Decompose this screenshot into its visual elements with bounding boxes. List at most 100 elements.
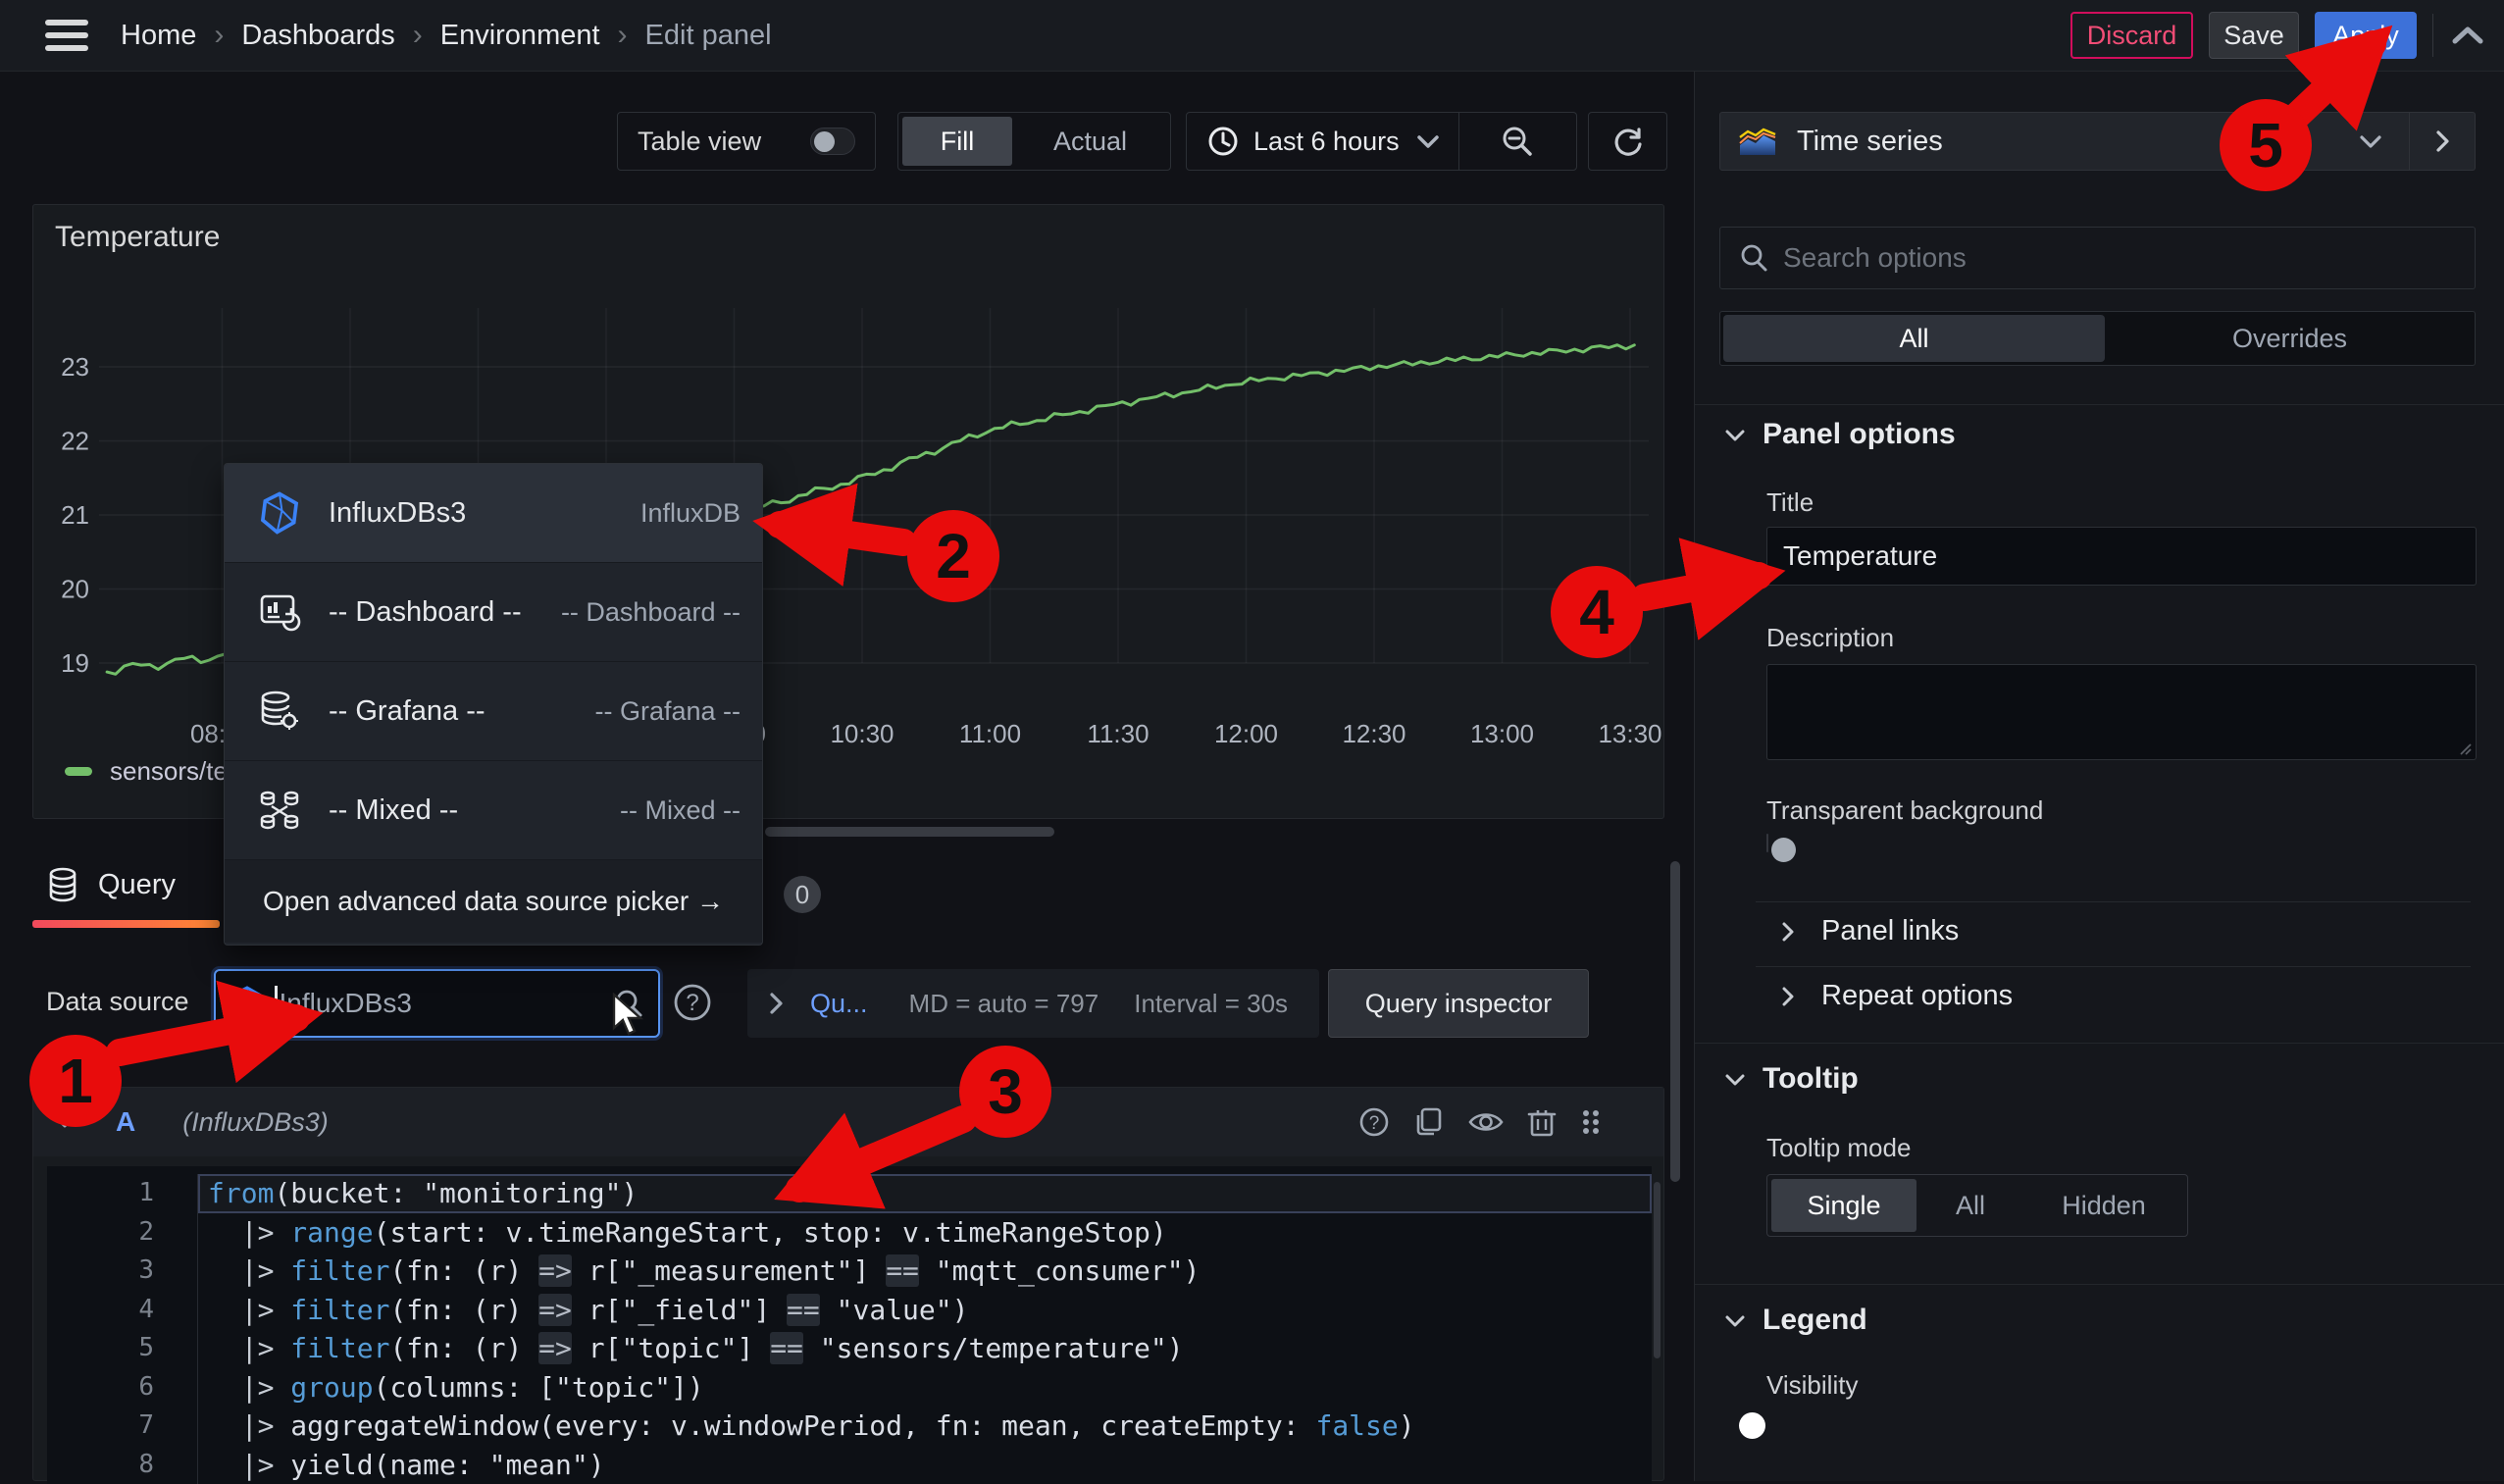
visualization-picker[interactable]: Time series [1719,112,2476,171]
collapse-legend-icon[interactable] [1724,1314,1746,1329]
search-options-input[interactable]: Search options [1719,227,2476,289]
save-button[interactable]: Save [2209,12,2299,59]
interval-info: Interval = 30s [1134,989,1288,1019]
text-caret [275,986,278,1021]
datasource-help-button[interactable]: ? [671,981,714,1024]
panel-title-input[interactable]: Temperature [1766,527,2477,586]
hamburger-menu-icon[interactable] [44,19,89,52]
tooltip-mode-single[interactable]: Single [1771,1179,1916,1232]
datasource-option-4[interactable]: -- Mixed ---- Mixed -- [225,761,762,860]
query-options-summary[interactable]: Qu... [810,989,868,1019]
tab-all[interactable]: All [1723,315,2105,362]
query-row-header[interactable]: A (InfluxDBs3) ? [33,1088,1663,1156]
transparent-background-toggle[interactable] [1766,834,1768,852]
advanced-picker-link[interactable]: Open advanced data source picker → [225,860,762,943]
discard-button[interactable]: Discard [2070,12,2193,59]
datasource-option-3[interactable]: -- Grafana ---- Grafana -- [225,662,762,761]
code-line-3[interactable]: 3 |> filter(fn: (r) => r["_measurement"]… [47,1252,1652,1291]
time-series-viz-icon [1738,126,1777,157]
svg-text:10:30: 10:30 [830,719,894,748]
breadcrumb-item[interactable]: Environment [440,20,600,52]
breadcrumb-item: Edit panel [645,20,772,52]
fill-actual-segmented: Fill Actual [897,112,1171,171]
flux-code-editor[interactable]: 1from(bucket: "monitoring")2 |> range(st… [47,1166,1652,1484]
query-options-group[interactable]: Qu... MD = auto = 797 Interval = 30s [747,969,1319,1038]
actual-option[interactable]: Actual [1014,117,1166,166]
query-ref-id[interactable]: A [116,1106,135,1138]
description-label: Description [1766,623,1894,653]
table-view-label: Table view [638,127,761,157]
breadcrumb-separator: › [618,19,628,52]
tooltip-header[interactable]: Tooltip [1763,1062,1859,1096]
breadcrumb-item[interactable]: Dashboards [241,20,394,52]
resize-handle-icon[interactable] [2457,741,2473,756]
code-line-4[interactable]: 4 |> filter(fn: (r) => r["_field"] == "v… [47,1291,1652,1330]
collapse-panel-options-icon[interactable] [1724,429,1746,443]
table-view-toggle[interactable] [810,128,855,155]
main-scrollbar[interactable] [1670,861,1680,1182]
toggle-visibility-icon[interactable] [1467,1107,1505,1137]
horizontal-scrollbar[interactable] [765,827,1054,837]
collapse-query-icon[interactable] [53,1114,77,1130]
tab-overrides[interactable]: Overrides [2105,315,2475,362]
datasource-option-1[interactable]: InfluxDBs3InfluxDB [225,464,762,563]
code-line-8[interactable]: 8 |> yield(name: "mean") [47,1446,1652,1484]
refresh-button[interactable] [1588,112,1667,171]
mouse-cursor [610,993,649,1040]
code-line-7[interactable]: 7 |> aggregateWindow(every: v.windowPeri… [47,1407,1652,1446]
code-line-5[interactable]: 5 |> filter(fn: (r) => r["topic"] == "se… [47,1329,1652,1368]
svg-text:19: 19 [61,648,89,678]
drag-handle-icon[interactable] [1579,1105,1603,1139]
code-line-2[interactable]: 2 |> range(start: v.timeRangeStart, stop… [47,1213,1652,1253]
query-inspector-button[interactable]: Query inspector [1328,969,1589,1038]
search-icon [1738,242,1769,274]
tooltip-mode-all[interactable]: All [1916,1179,2024,1232]
legend-header[interactable]: Legend [1763,1304,1867,1337]
svg-text:20: 20 [61,575,89,604]
repeat-options-section[interactable]: Repeat options [1780,980,2013,1012]
delete-query-icon[interactable] [1526,1105,1558,1139]
alert-count-badge: 0 [784,876,821,913]
svg-text:13:30: 13:30 [1598,719,1661,748]
breadcrumb-item[interactable]: Home [121,20,196,52]
query-tab-active-underline [32,920,220,928]
chevron-down-icon[interactable] [1415,132,1441,150]
top-bar: Home›Dashboards›Environment›Edit panel D… [0,0,2504,72]
panel-options-header[interactable]: Panel options [1763,418,1956,451]
svg-text:11:00: 11:00 [959,719,1021,748]
datasource-picker-input[interactable]: InfluxDBs3 [214,969,660,1038]
expand-viz-list-icon[interactable] [2410,128,2475,154]
svg-text:?: ? [686,990,698,1016]
collapse-tooltip-icon[interactable] [1724,1073,1746,1088]
query-tab[interactable]: Query [47,867,176,902]
datasource-option-2[interactable]: -- Dashboard ---- Dashboard -- [225,563,762,662]
query-help-icon[interactable]: ? [1357,1105,1391,1139]
datasource-dropdown: InfluxDBs3InfluxDB-- Dashboard ---- Dash… [224,463,763,946]
panel-links-section[interactable]: Panel links [1780,915,1959,947]
code-line-6[interactable]: 6 |> group(columns: ["topic"]) [47,1368,1652,1407]
options-tabs: All Overrides [1719,311,2476,366]
zoom-out-icon[interactable] [1499,123,1536,160]
datasource-value: InfluxDBs3 [280,988,412,1019]
description-textarea[interactable] [1766,664,2477,760]
panel-links-label: Panel links [1821,915,1959,947]
tooltip-mode-hidden[interactable]: Hidden [2024,1179,2183,1232]
influxdb-icon [258,491,301,535]
apply-button[interactable]: Apply [2315,12,2417,59]
breadcrumb: Home›Dashboards›Environment›Edit panel [121,19,772,52]
svg-text:23: 23 [61,352,89,382]
query-ref-datasource: (InfluxDBs3) [182,1107,329,1138]
table-view-control: Table view [617,112,876,171]
search-placeholder: Search options [1783,242,1967,274]
time-range-label[interactable]: Last 6 hours [1253,127,1400,157]
duplicate-query-icon[interactable] [1412,1105,1446,1139]
svg-text:21: 21 [61,500,89,530]
transparent-background-label: Transparent background [1766,795,2043,826]
svg-text:22: 22 [61,427,89,456]
collapse-topbar-icon[interactable] [2449,24,2486,47]
editor-scrollbar[interactable] [1654,1182,1661,1358]
svg-text:11:30: 11:30 [1087,719,1149,748]
code-line-1[interactable]: 1from(bucket: "monitoring") [47,1174,1652,1213]
svg-text:12:30: 12:30 [1342,719,1405,748]
fill-option[interactable]: Fill [902,117,1012,166]
